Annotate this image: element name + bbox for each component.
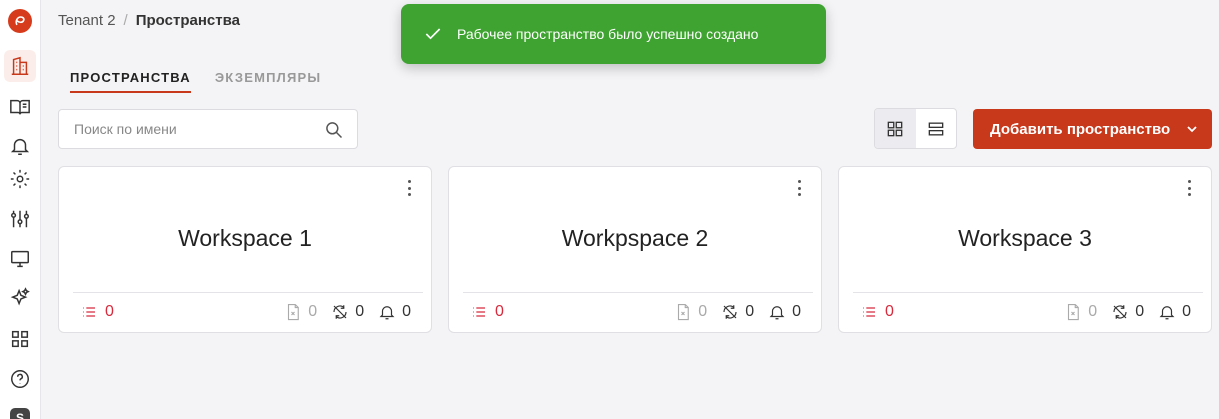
monitor-icon	[11, 250, 29, 268]
list-icon	[863, 307, 875, 317]
workspace-title: Workspace 3	[958, 225, 1092, 251]
bell-icon	[10, 138, 30, 155]
sync-count: 0	[1135, 303, 1145, 320]
tasks-count: 0	[495, 303, 504, 320]
sidebar-item-instances[interactable]	[4, 243, 36, 275]
card-divider	[73, 292, 423, 293]
workspace-title: Workspace 1	[178, 225, 312, 251]
breadcrumb-current: Пространства	[135, 12, 240, 29]
breadcrumb: Tenant 2 / Пространства	[58, 12, 240, 29]
sidebar-item-apps[interactable]	[4, 323, 36, 355]
tasks-count: 0	[105, 303, 114, 320]
sidebar-item-ai[interactable]	[4, 282, 36, 314]
app-logo-icon[interactable]	[8, 9, 32, 33]
sync-stat[interactable]: 0	[721, 303, 754, 321]
tasks-stat[interactable]: 0	[861, 303, 894, 321]
success-toast[interactable]: Рабочее пространство было успешно создан…	[401, 4, 826, 64]
sidebar-item-notifications[interactable]	[4, 130, 36, 162]
search-box	[58, 109, 358, 149]
sidebar-item-filters[interactable]	[4, 203, 36, 235]
user-avatar[interactable]: S	[10, 408, 30, 419]
file-x-icon	[678, 303, 690, 321]
grid-icon	[11, 330, 29, 348]
files-stat[interactable]: 0	[284, 303, 317, 321]
more-vertical-icon[interactable]	[401, 179, 417, 197]
alerts-stat[interactable]: 0	[1158, 303, 1191, 321]
sync-stat[interactable]: 0	[331, 303, 364, 321]
book-icon	[10, 99, 30, 115]
gear-icon	[10, 169, 30, 189]
tab-spaces[interactable]: ПРОСТРАНСТВА	[70, 70, 191, 93]
files-count: 0	[308, 303, 318, 320]
tasks-stat[interactable]: 0	[471, 303, 504, 321]
search-icon[interactable]	[324, 120, 344, 140]
toast-message: Рабочее пространство было успешно создан…	[457, 26, 759, 42]
files-stat[interactable]: 0	[1064, 303, 1097, 321]
view-toggle	[874, 108, 957, 149]
files-count: 0	[1088, 303, 1098, 320]
alerts-stat[interactable]: 0	[378, 303, 411, 321]
building-icon	[11, 56, 29, 75]
list-view-icon	[928, 122, 944, 135]
more-vertical-icon[interactable]	[791, 179, 807, 197]
add-space-button[interactable]: Добавить пространство	[973, 109, 1212, 149]
bell-icon	[1159, 306, 1175, 320]
list-icon	[473, 307, 485, 317]
bell-icon	[769, 306, 785, 320]
file-x-icon	[1068, 303, 1080, 321]
card-divider	[853, 292, 1203, 293]
alerts-count: 0	[402, 303, 411, 320]
sync-off-icon	[723, 305, 737, 319]
workspace-title: Workpspace 2	[561, 225, 709, 251]
tab-bar: ПРОСТРАНСТВА ЭКЗЕМПЛЯРЫ	[70, 70, 321, 93]
alerts-stat[interactable]: 0	[768, 303, 801, 321]
sync-off-icon	[333, 305, 347, 319]
sync-stat[interactable]: 0	[1111, 303, 1144, 321]
sliders-icon	[11, 210, 29, 228]
card-divider	[463, 292, 813, 293]
sidebar-item-help[interactable]	[4, 363, 36, 395]
tab-instances[interactable]: ЭКЗЕМПЛЯРЫ	[215, 70, 322, 93]
workspace-card[interactable]: Workpspace 2 0 0 0 0	[448, 166, 822, 333]
sync-count: 0	[355, 303, 365, 320]
file-x-icon	[288, 303, 300, 321]
list-view-button[interactable]	[916, 109, 957, 148]
sync-off-icon	[1113, 305, 1127, 319]
alerts-count: 0	[1182, 303, 1191, 320]
card-footer: 0 0 0 0	[471, 303, 801, 321]
sidebar: S	[0, 0, 41, 419]
tasks-stat[interactable]: 0	[81, 303, 114, 321]
files-stat[interactable]: 0	[674, 303, 707, 321]
workspace-card[interactable]: Workspace 1 0 0 0 0	[58, 166, 432, 333]
sidebar-item-settings[interactable]	[4, 163, 36, 195]
add-space-button-label: Добавить пространство	[990, 120, 1171, 138]
more-vertical-icon[interactable]	[1181, 179, 1197, 197]
chevron-down-icon	[1187, 126, 1197, 133]
bell-icon	[379, 306, 395, 320]
search-input[interactable]	[59, 110, 309, 148]
breadcrumb-separator: /	[123, 12, 128, 29]
sidebar-item-spaces[interactable]	[4, 50, 36, 82]
tasks-count: 0	[885, 303, 894, 320]
breadcrumb-tenant[interactable]: Tenant 2	[58, 12, 116, 29]
files-count: 0	[698, 303, 708, 320]
sparkles-icon	[10, 287, 30, 306]
check-icon	[425, 28, 441, 40]
alerts-count: 0	[792, 303, 801, 320]
help-icon	[11, 370, 29, 388]
grid-view-button[interactable]	[875, 109, 916, 148]
list-icon	[83, 307, 95, 317]
workspace-card[interactable]: Workspace 3 0 0 0 0	[838, 166, 1212, 333]
card-footer: 0 0 0 0	[81, 303, 411, 321]
sync-count: 0	[745, 303, 755, 320]
card-footer: 0 0 0 0	[861, 303, 1191, 321]
grid-view-icon	[887, 121, 903, 136]
sidebar-item-docs[interactable]	[4, 91, 36, 123]
